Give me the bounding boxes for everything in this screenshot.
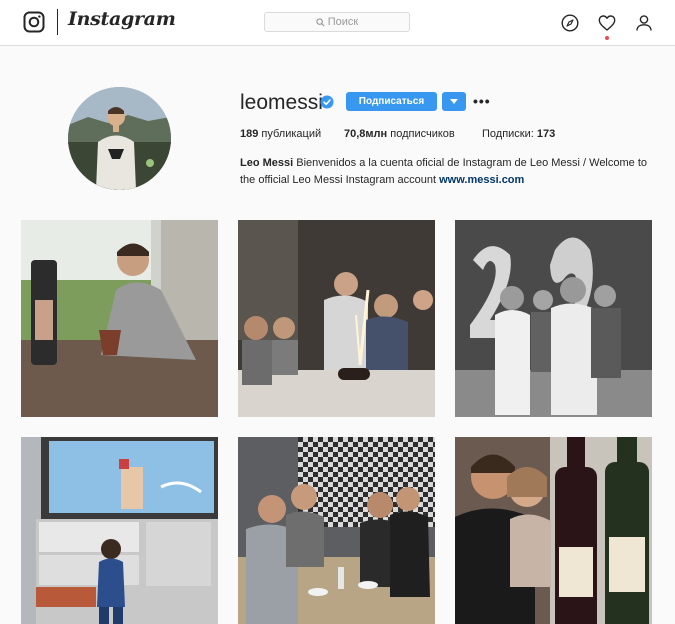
logo-divider (57, 9, 58, 35)
followers-label: подписчиков (390, 128, 455, 140)
follow-options-button[interactable] (442, 92, 466, 111)
search-icon (316, 17, 325, 27)
profile-bio: Leo Messi Bienvenidos a la cuenta oficia… (240, 155, 660, 189)
post-image (238, 437, 435, 624)
post-thumbnail[interactable] (21, 437, 218, 624)
chevron-down-icon (450, 99, 458, 104)
post-image (455, 220, 652, 417)
followers-count: 70,8млн (344, 128, 388, 140)
post-thumbnail[interactable] (455, 437, 652, 624)
post-image (455, 437, 652, 624)
post-image (21, 437, 218, 624)
bio-name: Leo Messi (240, 157, 294, 169)
verified-badge-icon (320, 95, 334, 109)
post-thumbnail[interactable] (21, 220, 218, 417)
top-navbar: Instagram Поиск (0, 0, 675, 46)
stat-following[interactable]: Подписки: 173 (482, 128, 555, 140)
profile-username: leomessi (240, 91, 323, 114)
avatar-photo (68, 87, 171, 190)
instagram-logo-icon[interactable] (23, 11, 45, 33)
post-thumbnail[interactable] (238, 220, 435, 417)
follow-button[interactable]: Подписаться (346, 92, 437, 111)
search-input[interactable]: Поиск (264, 12, 410, 32)
posts-count: 189 (240, 128, 259, 140)
compass-icon[interactable] (561, 14, 579, 32)
profile-avatar (68, 87, 171, 190)
following-count: 173 (536, 128, 556, 140)
more-options-icon[interactable]: ••• (473, 94, 491, 108)
bio-link[interactable]: www.messi.com (439, 174, 524, 186)
post-image (21, 220, 218, 417)
posts-label: публикаций (261, 128, 322, 140)
post-image (238, 220, 435, 417)
search-placeholder: Поиск (327, 16, 359, 28)
post-thumbnail[interactable] (455, 220, 652, 417)
following-label: Подписки: (482, 128, 534, 140)
user-icon[interactable] (635, 14, 653, 32)
heart-icon[interactable] (598, 14, 616, 32)
stat-followers[interactable]: 70,8млн подписчиков (344, 128, 455, 140)
notification-dot (605, 36, 609, 40)
instagram-wordmark[interactable]: Instagram (68, 8, 176, 30)
post-thumbnail[interactable] (238, 437, 435, 624)
stat-posts: 189 публикаций (240, 128, 321, 140)
